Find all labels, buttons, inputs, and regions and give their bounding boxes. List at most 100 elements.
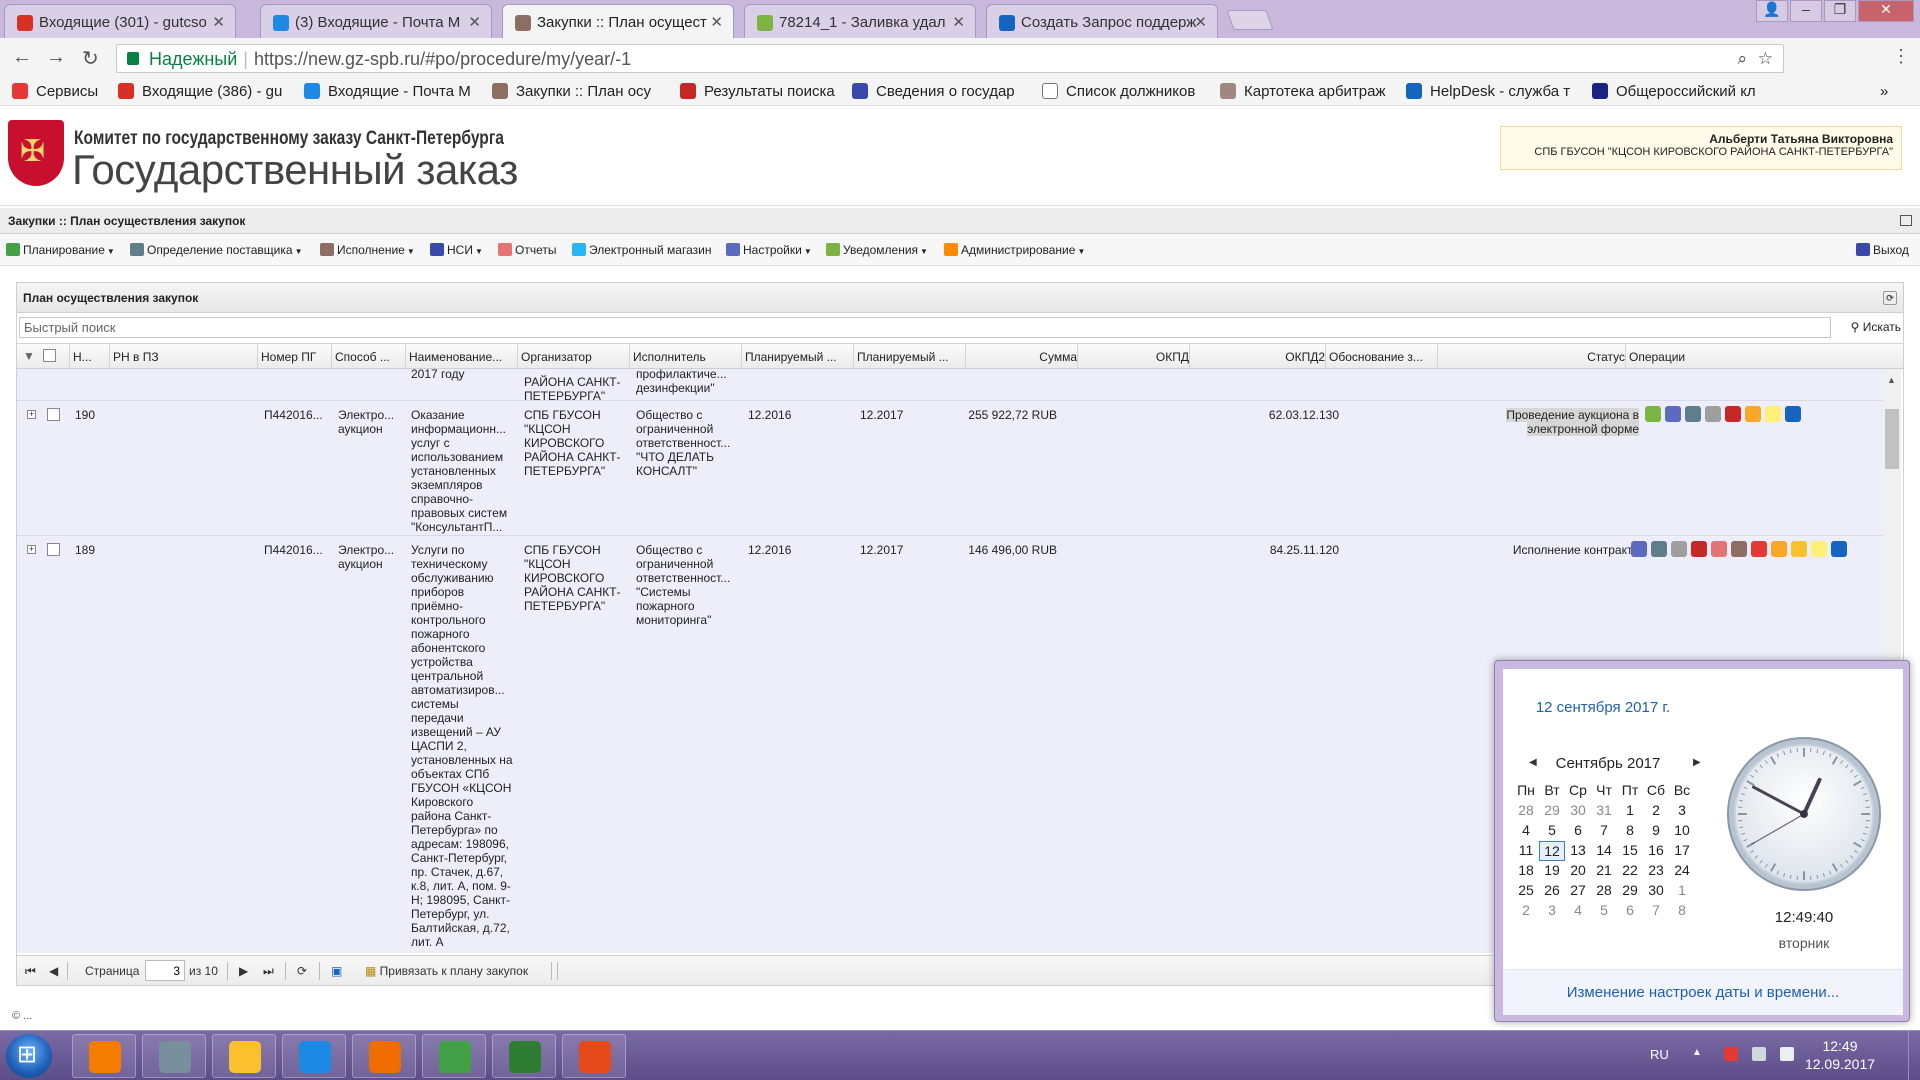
calendar-day[interactable]: 30 xyxy=(1643,881,1669,901)
first-page-icon[interactable]: ⏮ xyxy=(25,964,36,979)
taskbar-excel-button[interactable] xyxy=(492,1034,556,1078)
browser-tab[interactable]: Закупки :: План осущест ✕ xyxy=(502,4,734,38)
calendar-day[interactable]: 23 xyxy=(1643,861,1669,881)
calendar-day[interactable]: 6 xyxy=(1617,901,1643,921)
close-tab-icon[interactable]: ✕ xyxy=(468,13,481,31)
calendar-day[interactable]: 7 xyxy=(1591,821,1617,841)
column-header[interactable]: Обоснование з... xyxy=(1329,350,1437,364)
operation-icon[interactable] xyxy=(1685,406,1701,422)
menu-item[interactable]: Отчеты xyxy=(498,243,556,257)
show-desktop-button[interactable] xyxy=(1908,1031,1920,1080)
row-checkbox[interactable] xyxy=(47,543,60,556)
close-tab-icon[interactable]: ✕ xyxy=(952,13,965,31)
expand-row-icon[interactable]: + xyxy=(27,410,36,419)
bookmark-item[interactable]: Результаты поиска xyxy=(680,83,835,100)
close-tab-icon[interactable]: ✕ xyxy=(710,13,723,31)
menu-item[interactable]: Планирование ▼ xyxy=(6,243,115,257)
calendar-day[interactable]: 1 xyxy=(1669,881,1695,901)
new-tab-button[interactable] xyxy=(1226,10,1274,30)
column-header[interactable]: Номер ПГ xyxy=(261,350,331,364)
calendar-day[interactable]: 12 xyxy=(1539,841,1565,861)
profile-button[interactable]: 👤 xyxy=(1756,0,1788,22)
bookmark-item[interactable]: Входящие - Почта М xyxy=(304,83,471,100)
operation-icon[interactable] xyxy=(1691,541,1707,557)
column-header[interactable]: Организатор xyxy=(521,350,629,364)
table-row[interactable]: 2017 году РАЙОНА САНКТ-ПЕТЕРБУРГА" профи… xyxy=(17,369,1883,403)
month-title[interactable]: Сентябрь 2017 xyxy=(1553,755,1663,772)
menu-item[interactable]: Администрирование ▼ xyxy=(944,243,1085,257)
quick-search-input[interactable] xyxy=(19,317,1831,338)
panel-refresh-icon[interactable]: ⟳ xyxy=(1883,291,1897,305)
calendar-day[interactable]: 5 xyxy=(1591,901,1617,921)
row-checkbox[interactable] xyxy=(47,408,60,421)
taskbar-explorer-button[interactable] xyxy=(212,1034,276,1078)
maximize-button[interactable]: ❐ xyxy=(1824,0,1856,22)
operation-icon[interactable] xyxy=(1631,541,1647,557)
taskbar-app-8-button[interactable] xyxy=(562,1034,626,1078)
column-header[interactable]: Планируемый ... xyxy=(745,350,853,364)
menu-item[interactable]: Настройки ▼ xyxy=(726,243,812,257)
column-header[interactable]: Исполнитель xyxy=(633,350,741,364)
column-header[interactable]: ОКПД2 xyxy=(1193,350,1325,364)
calendar-day[interactable]: 6 xyxy=(1565,821,1591,841)
calendar-day[interactable]: 2 xyxy=(1643,801,1669,821)
close-window-button[interactable]: ✕ xyxy=(1858,0,1914,22)
menu-item[interactable]: НСИ ▼ xyxy=(430,243,483,257)
action-center-icon[interactable] xyxy=(1724,1047,1738,1061)
calendar-day[interactable]: 4 xyxy=(1565,901,1591,921)
address-bar[interactable]: Надежный | https://new.gz-spb.ru/#po/proce… xyxy=(116,44,1784,73)
calendar-day[interactable]: 2 xyxy=(1513,901,1539,921)
calendar-day[interactable]: 15 xyxy=(1617,841,1643,861)
bookmarks-overflow-icon[interactable]: » xyxy=(1880,83,1888,100)
operation-icon[interactable] xyxy=(1651,541,1667,557)
network-icon[interactable] xyxy=(1752,1047,1766,1061)
expand-row-icon[interactable]: + xyxy=(27,545,36,554)
browser-tab[interactable]: Создать Запрос поддерж ✕ xyxy=(986,4,1218,38)
column-header[interactable]: РН в ПЗ xyxy=(113,350,253,364)
calendar-day[interactable]: 1 xyxy=(1617,801,1643,821)
menu-item[interactable]: Уведомления ▼ xyxy=(826,243,928,257)
collapse-header-icon[interactable] xyxy=(1900,215,1912,226)
last-page-icon[interactable]: ⏭ xyxy=(263,964,274,979)
logout-button[interactable]: Выход xyxy=(1856,243,1909,257)
calendar-day[interactable]: 24 xyxy=(1669,861,1695,881)
browser-tab[interactable]: 78214_1 - Заливка удал ✕ xyxy=(744,4,976,38)
full-date-link[interactable]: 12 сентября 2017 г. xyxy=(1503,699,1703,716)
next-page-icon[interactable]: ▶ xyxy=(239,964,248,978)
taskbar-firefox-button[interactable] xyxy=(352,1034,416,1078)
tray-expand-icon[interactable]: ▲ xyxy=(1692,1047,1702,1058)
operation-icon[interactable] xyxy=(1665,406,1681,422)
calendar-day[interactable]: 3 xyxy=(1539,901,1565,921)
scroll-up-icon[interactable]: ▲ xyxy=(1887,375,1896,385)
minimize-button[interactable]: – xyxy=(1790,0,1822,22)
date-time-settings-link[interactable]: Изменение настроек даты и времени... xyxy=(1503,969,1903,1015)
calendar-day[interactable]: 21 xyxy=(1591,861,1617,881)
calendar-day[interactable]: 25 xyxy=(1513,881,1539,901)
forward-icon[interactable]: → xyxy=(46,46,66,69)
bookmark-item[interactable]: Сервисы xyxy=(12,83,98,100)
calendar-day[interactable]: 14 xyxy=(1591,841,1617,861)
calendar-day[interactable]: 28 xyxy=(1513,801,1539,821)
refresh-grid-icon[interactable]: ⟳ xyxy=(297,964,307,978)
calendar-day[interactable]: 29 xyxy=(1539,801,1565,821)
save-icon[interactable]: ▣ xyxy=(331,964,342,978)
calendar-day[interactable]: 8 xyxy=(1617,821,1643,841)
column-header[interactable]: Наименование... xyxy=(409,350,517,364)
calendar-day[interactable]: 29 xyxy=(1617,881,1643,901)
column-header[interactable]: ОКПД xyxy=(1081,350,1189,364)
scroll-thumb[interactable] xyxy=(1885,409,1899,469)
bookmark-item[interactable]: Картотека арбитраж xyxy=(1220,83,1386,100)
bookmark-item[interactable]: Общероссийский кл xyxy=(1592,83,1756,100)
operation-icon[interactable] xyxy=(1785,406,1801,422)
prev-page-icon[interactable]: ◀ xyxy=(49,964,58,978)
calendar-day[interactable]: 17 xyxy=(1669,841,1695,861)
calendar-day[interactable]: 22 xyxy=(1617,861,1643,881)
operation-icon[interactable] xyxy=(1811,541,1827,557)
search-button[interactable]: ⚲ Искать xyxy=(1851,320,1901,334)
operation-icon[interactable] xyxy=(1731,541,1747,557)
column-header[interactable]: Операции xyxy=(1629,350,1829,364)
back-icon[interactable]: ← xyxy=(12,46,32,69)
column-header[interactable]: Сумма xyxy=(969,350,1077,364)
browser-menu-icon[interactable]: ⋮ xyxy=(1892,46,1910,67)
calendar-day[interactable]: 18 xyxy=(1513,861,1539,881)
